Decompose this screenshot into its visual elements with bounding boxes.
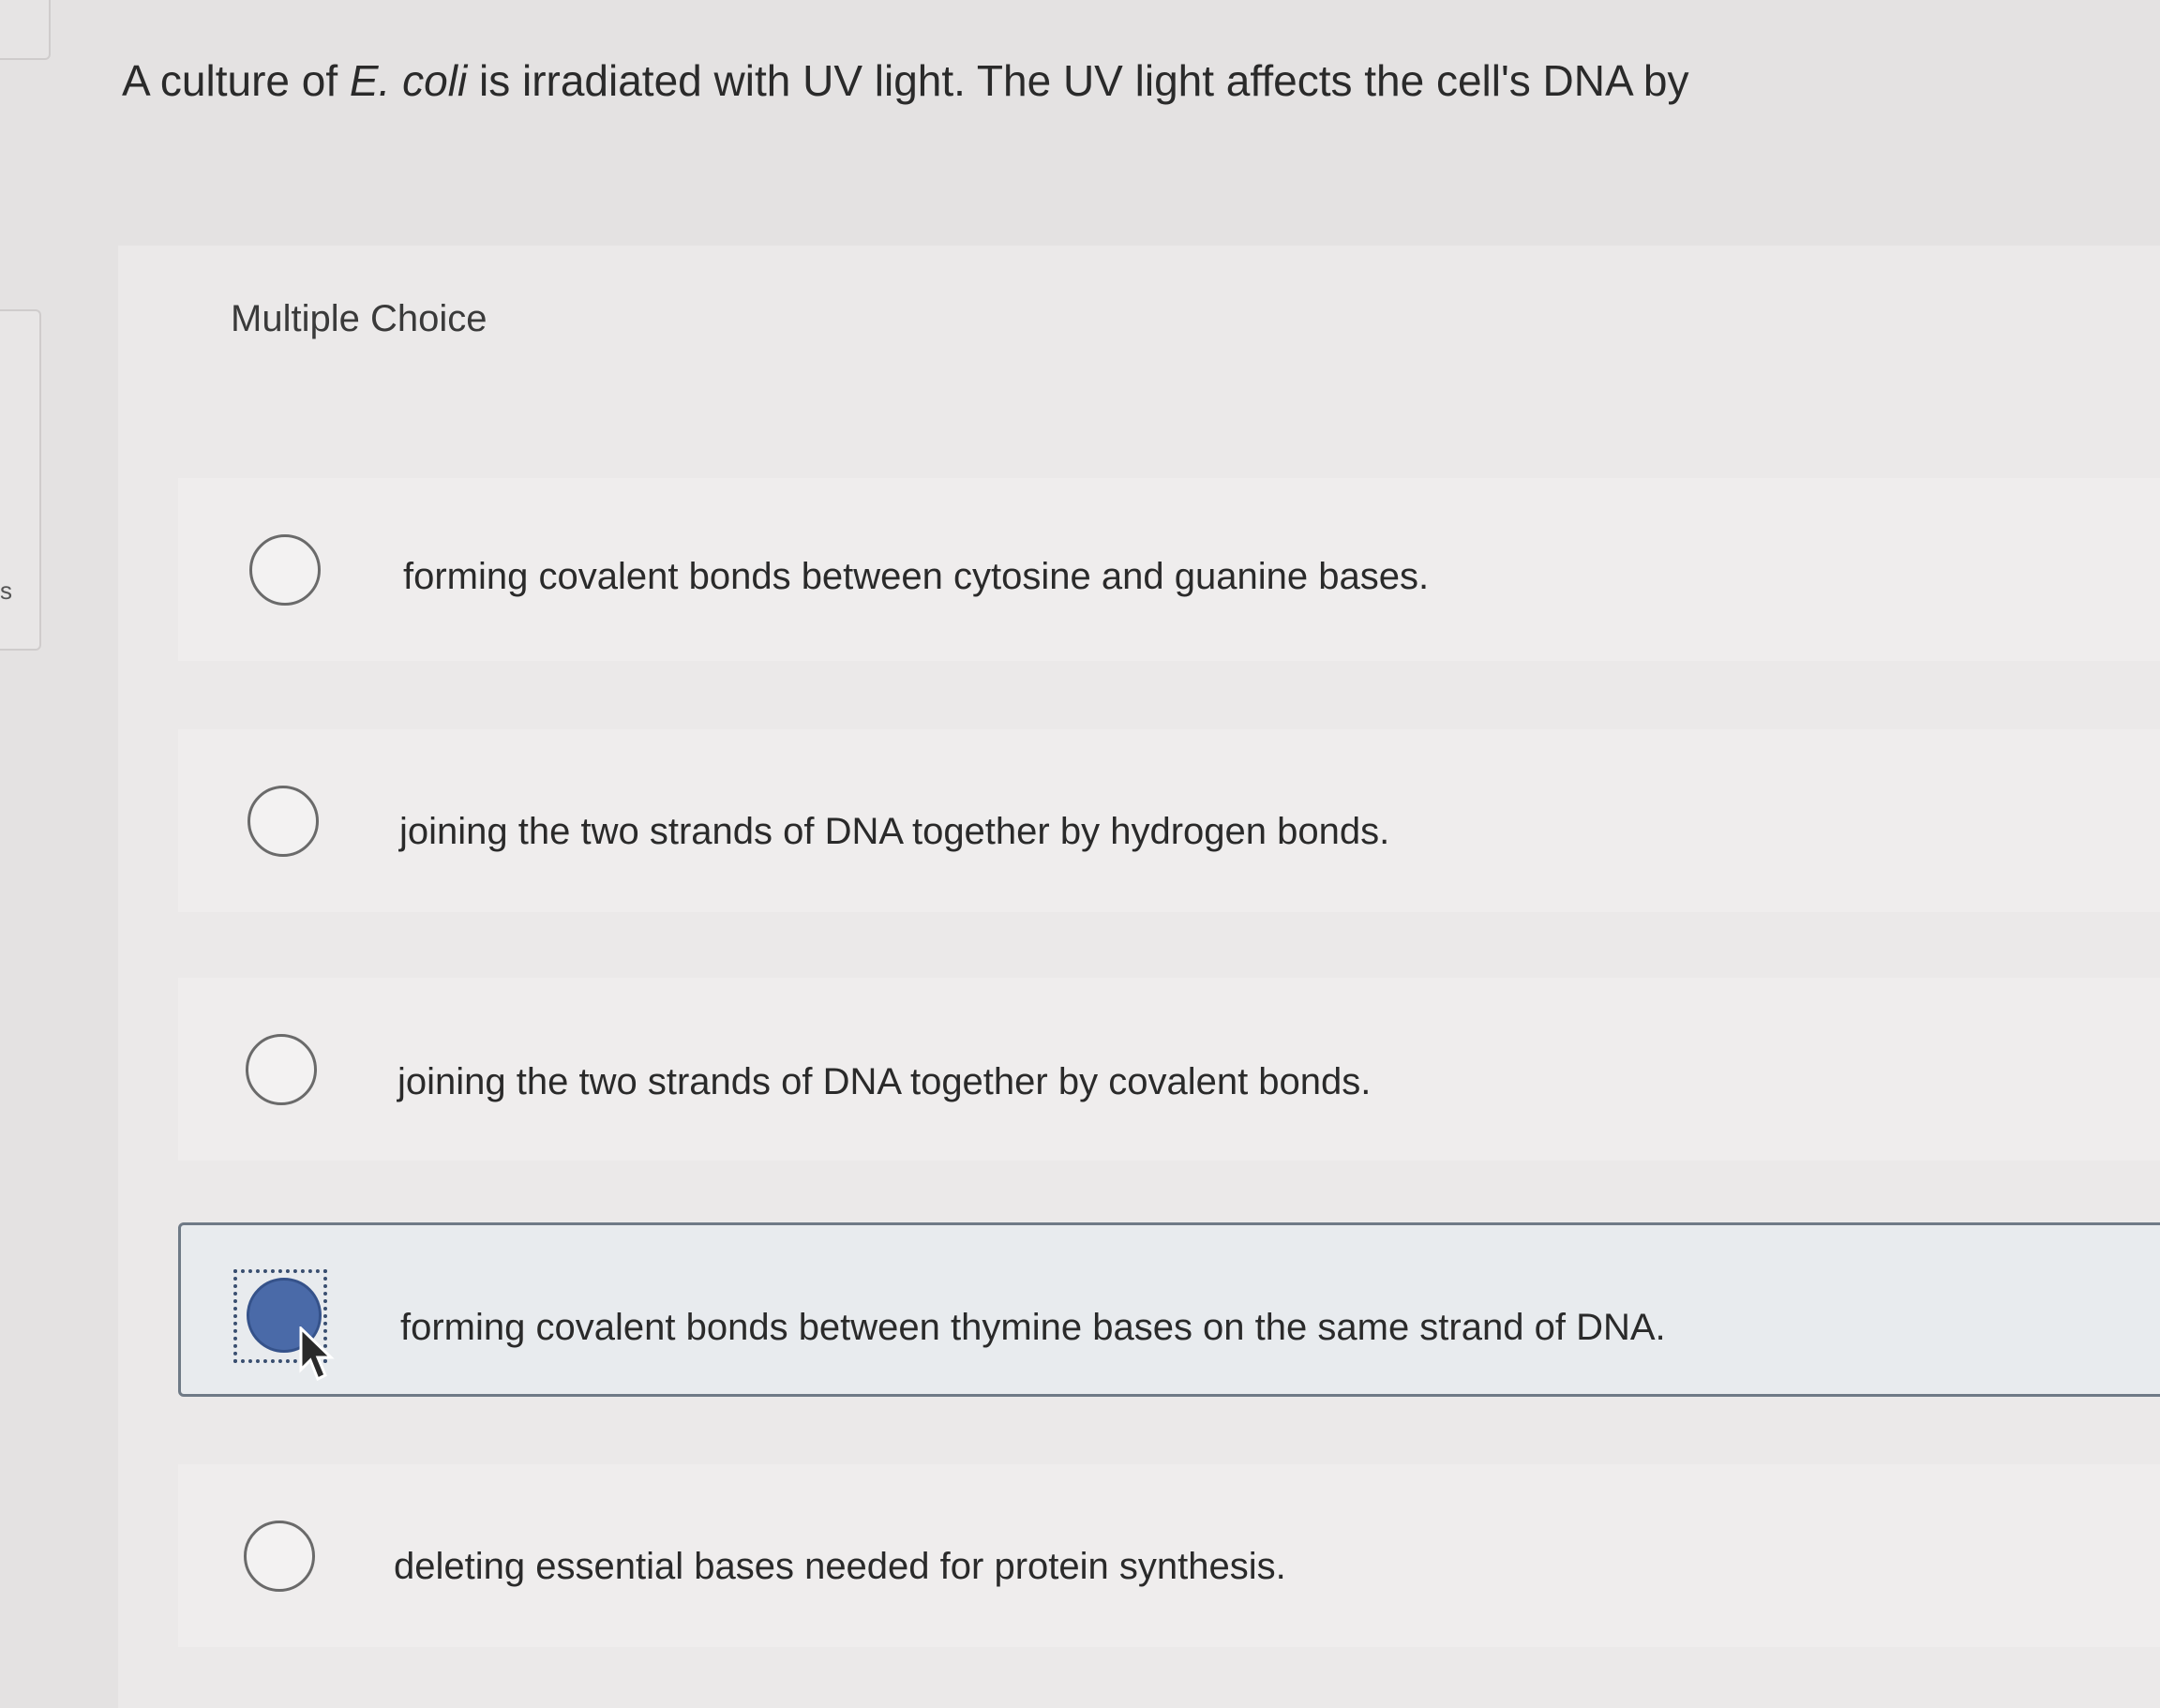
answer-option-4-selected[interactable]: forming covalent bonds between thymine b…	[178, 1222, 2160, 1397]
option-4-label: forming covalent bonds between thymine b…	[400, 1307, 1666, 1348]
option-2-label: joining the two strands of DNA together …	[399, 811, 1390, 852]
option-3-label: joining the two strands of DNA together …	[398, 1061, 1372, 1102]
question-text: A culture of E. coli is irradiated with …	[122, 54, 2091, 107]
answer-option-2[interactable]: joining the two strands of DNA together …	[178, 729, 2160, 912]
answer-option-3[interactable]: joining the two strands of DNA together …	[178, 978, 2160, 1161]
radio-button-icon[interactable]	[244, 1521, 315, 1592]
mouse-pointer-icon	[299, 1326, 335, 1382]
radio-button-icon[interactable]	[249, 534, 321, 606]
left-edge-text: s	[0, 577, 12, 605]
question-organism: E. coli	[349, 56, 468, 105]
answer-option-1[interactable]: forming covalent bonds between cytosine …	[178, 478, 2160, 661]
radio-button-icon[interactable]	[248, 786, 319, 857]
radio-button-icon[interactable]	[246, 1034, 317, 1105]
question-suffix: is irradiated with UV light. The UV ligh…	[467, 56, 1689, 105]
option-1-label: forming covalent bonds between cytosine …	[403, 556, 1430, 597]
question-type-label: Multiple Choice	[231, 298, 488, 339]
question-prefix: A culture of	[122, 56, 350, 105]
left-edge-panel-top	[0, 0, 51, 60]
answer-option-5[interactable]: deleting essential bases needed for prot…	[178, 1464, 2160, 1647]
option-5-label: deleting essential bases needed for prot…	[394, 1546, 1286, 1587]
